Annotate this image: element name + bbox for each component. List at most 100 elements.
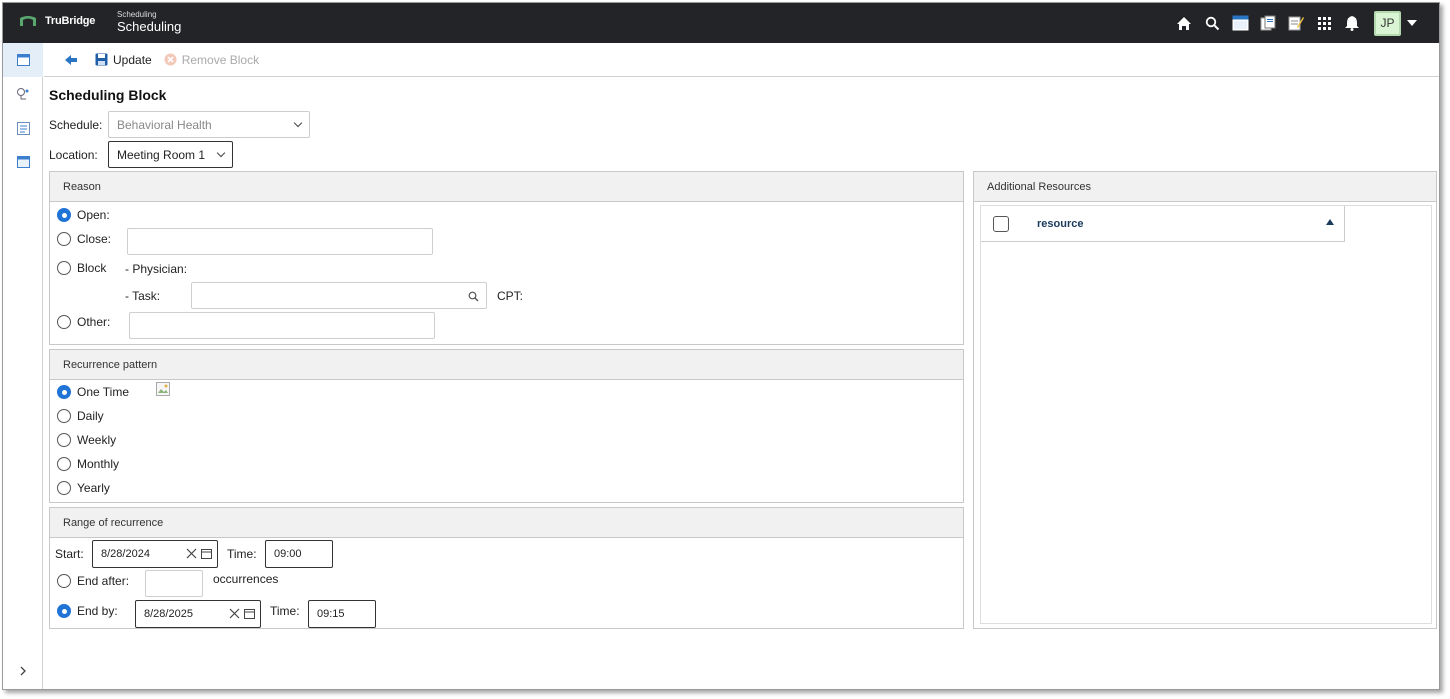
sort-ascending-icon[interactable] xyxy=(1326,219,1334,225)
calendar-icon xyxy=(16,54,30,66)
calendar-icon[interactable] xyxy=(201,548,212,559)
recurrence-monthly-radio[interactable] xyxy=(57,457,71,471)
back-button[interactable] xyxy=(64,54,83,66)
bell-icon[interactable] xyxy=(1338,9,1366,37)
additional-resources-panel: Additional Resources resource xyxy=(973,171,1437,629)
recurrence-onetime-option[interactable]: One Time xyxy=(57,385,129,399)
sidebar-item-schedule-list[interactable] xyxy=(3,111,43,145)
additional-resources-title: Additional Resources xyxy=(974,172,1436,202)
end-after-option[interactable]: End after: xyxy=(57,574,129,588)
left-sidebar xyxy=(3,43,43,689)
reason-open-radio[interactable] xyxy=(57,208,71,222)
reason-other-radio[interactable] xyxy=(57,315,71,329)
app-window: TruBridge Scheduling Scheduling JP Updat… xyxy=(2,2,1440,690)
occurrences-input[interactable] xyxy=(145,570,203,597)
sidebar-item-physicians[interactable] xyxy=(3,77,43,111)
save-icon xyxy=(95,53,108,66)
notes-icon[interactable] xyxy=(1282,9,1310,37)
update-button[interactable]: Update xyxy=(95,53,152,67)
recurrence-monthly-option[interactable]: Monthly xyxy=(57,457,119,471)
clear-icon[interactable] xyxy=(229,608,240,619)
search-icon[interactable] xyxy=(1198,9,1226,37)
recurrence-yearly-option[interactable]: Yearly xyxy=(57,481,110,495)
page-title: Scheduling Block xyxy=(49,87,167,103)
brand-name: TruBridge xyxy=(45,15,96,27)
back-arrow-icon xyxy=(65,54,77,65)
recurrence-title: Recurrence pattern xyxy=(50,350,963,380)
module-title: Scheduling Scheduling xyxy=(117,10,182,34)
end-time-value: 09:15 xyxy=(317,608,345,620)
recurrence-weekly-radio[interactable] xyxy=(57,433,71,447)
recurrence-yearly-radio[interactable] xyxy=(57,481,71,495)
schedule-select[interactable]: Behavioral Health xyxy=(108,111,310,138)
end-date-input[interactable]: 8/28/2025 xyxy=(135,600,261,628)
location-value: Meeting Room 1 xyxy=(117,147,206,162)
reason-other-option[interactable]: Other: xyxy=(57,315,110,329)
end-after-label: End after: xyxy=(77,574,130,588)
end-after-radio[interactable] xyxy=(57,574,71,588)
update-label: Update xyxy=(113,52,152,67)
module-name: Scheduling xyxy=(117,19,182,34)
start-date-input[interactable]: 8/28/2024 xyxy=(92,540,218,568)
reason-open-option[interactable]: Open: xyxy=(57,208,110,222)
location-select[interactable]: Meeting Room 1 xyxy=(108,141,233,168)
select-all-checkbox[interactable] xyxy=(993,215,1009,232)
location-label: Location: xyxy=(49,147,98,162)
user-menu-caret-icon[interactable] xyxy=(1407,20,1417,26)
reason-close-radio[interactable] xyxy=(57,232,71,246)
calendar-alt-icon xyxy=(16,156,30,168)
calendar-icon[interactable] xyxy=(1226,9,1254,37)
recurrence-daily-radio[interactable] xyxy=(57,409,71,423)
clear-icon[interactable] xyxy=(186,548,197,559)
documents-icon[interactable] xyxy=(1254,9,1282,37)
main-content: Scheduling Block Schedule: Behavioral He… xyxy=(49,81,1439,689)
start-label: Start: xyxy=(55,547,84,561)
range-title: Range of recurrence xyxy=(50,508,963,538)
chevron-down-icon xyxy=(293,118,303,128)
brand-logo[interactable]: TruBridge xyxy=(19,15,95,27)
stethoscope-icon xyxy=(17,88,29,100)
recurrence-weekly-label: Weekly xyxy=(77,433,117,447)
sidebar-item-calendar-alt[interactable] xyxy=(3,145,43,179)
resources-grid-header: resource xyxy=(981,206,1345,242)
remove-icon xyxy=(164,53,177,66)
reason-title: Reason xyxy=(50,172,963,202)
physician-label: - Physician: xyxy=(125,262,188,276)
other-reason-input[interactable] xyxy=(129,312,435,339)
recurrence-weekly-option[interactable]: Weekly xyxy=(57,433,116,447)
apps-grid-icon[interactable] xyxy=(1310,9,1338,37)
toolbar: Update Remove Block xyxy=(44,43,1439,77)
range-panel: Range of recurrence Start: 8/28/2024 Tim… xyxy=(49,507,964,629)
recurrence-yearly-label: Yearly xyxy=(77,481,110,495)
sidebar-expand-button[interactable] xyxy=(3,661,43,681)
reason-close-option[interactable]: Close: xyxy=(57,232,111,246)
schedule-list-icon xyxy=(16,121,30,135)
resource-column-header[interactable]: resource xyxy=(1037,218,1083,230)
schedule-label: Schedule: xyxy=(49,117,103,132)
end-by-option[interactable]: End by: xyxy=(57,604,118,618)
end-by-radio[interactable] xyxy=(57,604,71,618)
home-icon[interactable] xyxy=(1170,9,1198,37)
reason-other-label: Other: xyxy=(77,315,111,329)
end-time-input[interactable]: 09:15 xyxy=(308,600,376,628)
end-date-value: 8/28/2025 xyxy=(144,608,193,620)
broken-image-icon xyxy=(156,382,170,396)
user-avatar[interactable]: JP xyxy=(1374,10,1401,36)
end-by-label: End by: xyxy=(77,604,118,618)
recurrence-daily-option[interactable]: Daily xyxy=(57,409,104,423)
search-icon[interactable] xyxy=(468,291,479,302)
module-subtitle: Scheduling xyxy=(117,10,157,19)
recurrence-onetime-radio[interactable] xyxy=(57,385,71,399)
chevron-down-icon xyxy=(216,148,226,158)
task-search-input[interactable] xyxy=(191,282,487,309)
start-time-input[interactable]: 09:00 xyxy=(265,540,333,568)
reason-block-radio[interactable] xyxy=(57,261,71,275)
reason-close-label: Close: xyxy=(77,232,112,246)
close-reason-input[interactable] xyxy=(127,228,433,255)
sidebar-item-calendar[interactable] xyxy=(3,43,43,77)
remove-block-button[interactable]: Remove Block xyxy=(164,53,259,67)
header-actions: JP xyxy=(1170,3,1417,43)
reason-block-option[interactable]: Block xyxy=(57,261,106,275)
recurrence-daily-label: Daily xyxy=(77,409,104,423)
calendar-icon[interactable] xyxy=(244,608,255,619)
